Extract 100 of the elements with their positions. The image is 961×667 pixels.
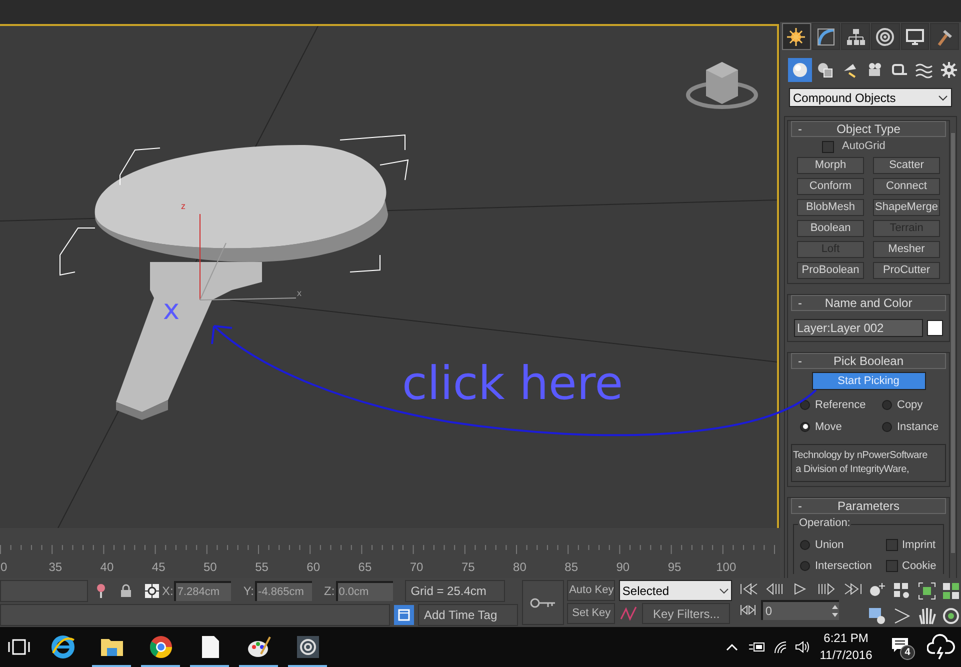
radio-button[interactable]: [882, 400, 892, 410]
paint-palette-icon[interactable]: [246, 634, 272, 660]
add-time-tag-field[interactable]: Add Time Tag: [418, 604, 518, 626]
go-to-start-icon[interactable]: [739, 582, 760, 596]
scrollbar[interactable]: [951, 133, 955, 553]
lock-icon[interactable]: [120, 584, 132, 598]
frame-number: 90: [615, 559, 631, 576]
wifi-icon[interactable]: [773, 640, 787, 654]
frame-number: 95: [666, 559, 682, 576]
frame-number: 85: [564, 559, 579, 576]
radio-button[interactable]: [800, 560, 810, 571]
prompt-line-field[interactable]: [0, 604, 390, 626]
command-tab[interactable]: [841, 23, 870, 50]
set-key-mode-button[interactable]: Set Key: [567, 603, 616, 624]
previous-frame-icon[interactable]: [765, 582, 786, 596]
frame-number: 45: [150, 559, 166, 576]
coordinate-label: X:: [162, 582, 174, 600]
radio-button[interactable]: [882, 422, 892, 432]
rollout-header[interactable]: - Pick Boolean: [791, 353, 946, 369]
auto-key-button[interactable]: Auto Key: [567, 580, 616, 601]
crosshair-icon[interactable]: [145, 584, 159, 598]
letter-e-icon[interactable]: [50, 634, 76, 660]
timeline-ruler[interactable]: 0 35 40 45 50 55 60 65 70 75 80 85 90 95 100: [0, 528, 780, 578]
pan-hand-icon[interactable]: [916, 606, 937, 626]
spinner-icon: [831, 603, 840, 619]
radio-label: Intersection: [815, 558, 872, 574]
command-tab[interactable]: [871, 23, 900, 50]
pushpin-icon[interactable]: [96, 582, 106, 598]
zoom-extents-icon[interactable]: [916, 581, 937, 601]
coordinate-field[interactable]: 0.0cm: [336, 580, 393, 600]
category-dropdown[interactable]: Compound Objects: [789, 88, 952, 107]
coordinate-label: Y:: [243, 582, 254, 600]
collapse-toggle[interactable]: -: [798, 297, 802, 309]
frame-number: 60: [306, 559, 322, 576]
rollout-header[interactable]: - Name and Color: [791, 295, 946, 311]
go-to-end-icon[interactable]: [843, 582, 864, 596]
object-type-button[interactable]: Mesher: [873, 241, 940, 258]
collapse-toggle[interactable]: -: [798, 123, 802, 135]
battery-plug-icon[interactable]: [749, 641, 765, 653]
radio-label: Union: [815, 538, 844, 553]
set-key-button[interactable]: [522, 580, 564, 625]
checkbox[interactable]: [886, 539, 898, 552]
annotation-text: click here: [402, 360, 624, 406]
object-type-button[interactable]: Scatter: [873, 157, 940, 174]
notification-center-button[interactable]: 4: [891, 634, 915, 660]
radio-button[interactable]: [800, 422, 810, 432]
key-mode-toggle-icon[interactable]: [739, 604, 758, 616]
object-type-button[interactable]: Conform: [797, 178, 864, 195]
spiral-app-icon[interactable]: [294, 634, 320, 660]
checkbox[interactable]: [822, 140, 834, 152]
rollout-header[interactable]: - Object Type: [791, 121, 946, 137]
coordinate-field[interactable]: 7.284cm: [174, 580, 232, 600]
frame-field[interactable]: 0: [761, 600, 840, 620]
object-type-button[interactable]: Boolean: [797, 220, 864, 237]
viewcube-icon[interactable]: [686, 62, 758, 109]
checkbox[interactable]: [886, 560, 898, 572]
collapse-toggle[interactable]: -: [798, 355, 802, 367]
orbit-icon[interactable]: [941, 606, 961, 626]
paddle-drawing[interactable]: [95, 145, 388, 420]
cloud-lightning-icon[interactable]: [927, 633, 955, 661]
frame-number: 80: [512, 559, 528, 576]
command-tab[interactable]: [900, 23, 930, 50]
speaker-icon[interactable]: [795, 640, 811, 654]
zoom-extents-all-icon[interactable]: [941, 581, 961, 601]
field-of-view-icon[interactable]: [867, 606, 888, 626]
color-swatch[interactable]: [927, 320, 943, 336]
object-type-button[interactable]: Morph: [797, 157, 864, 174]
checkbox-label: Imprint: [902, 538, 936, 553]
object-type-button[interactable]: ProBoolean: [797, 262, 864, 279]
next-frame-icon[interactable]: [817, 582, 838, 596]
object-type-button[interactable]: BlobMesh: [797, 199, 864, 216]
key-mode-dropdown[interactable]: Selected: [619, 580, 732, 601]
key-filters-button[interactable]: Key Filters...: [642, 603, 730, 624]
command-tab[interactable]: [782, 23, 811, 50]
chevron-up-icon[interactable]: [726, 643, 738, 651]
command-tab[interactable]: [930, 23, 960, 50]
start-picking-button[interactable]: Start Picking: [812, 372, 926, 390]
object-type-button[interactable]: Connect: [873, 178, 940, 195]
shapes-icon: [816, 61, 834, 79]
target-icon: [875, 26, 896, 46]
annotation-mark: x: [163, 296, 180, 324]
coordinate-field[interactable]: -4.865cm: [255, 580, 312, 600]
chrome-icon[interactable]: [148, 634, 174, 660]
frame-number: 50: [202, 559, 218, 576]
task-view-icon[interactable]: [8, 639, 30, 655]
chevron-down-icon: [719, 588, 730, 594]
clock[interactable]: 6:21 PM 11/7/2016: [817, 630, 875, 664]
key-icon: [530, 598, 556, 608]
object-type-button[interactable]: ShapeMerge: [873, 199, 940, 216]
radio-button[interactable]: [800, 540, 810, 550]
collapse-toggle[interactable]: -: [798, 500, 802, 512]
object-type-button[interactable]: ProCutter: [873, 262, 940, 279]
frame-number: 40: [99, 559, 115, 576]
rollout-header[interactable]: - Parameters: [791, 498, 946, 514]
name-field[interactable]: Layer:Layer 002: [794, 319, 924, 337]
time-tag-button[interactable]: [394, 605, 414, 625]
category-button[interactable]: [788, 58, 812, 82]
radio-button[interactable]: [800, 400, 810, 410]
walk-through-icon[interactable]: [892, 606, 912, 626]
command-tab[interactable]: [812, 23, 840, 50]
